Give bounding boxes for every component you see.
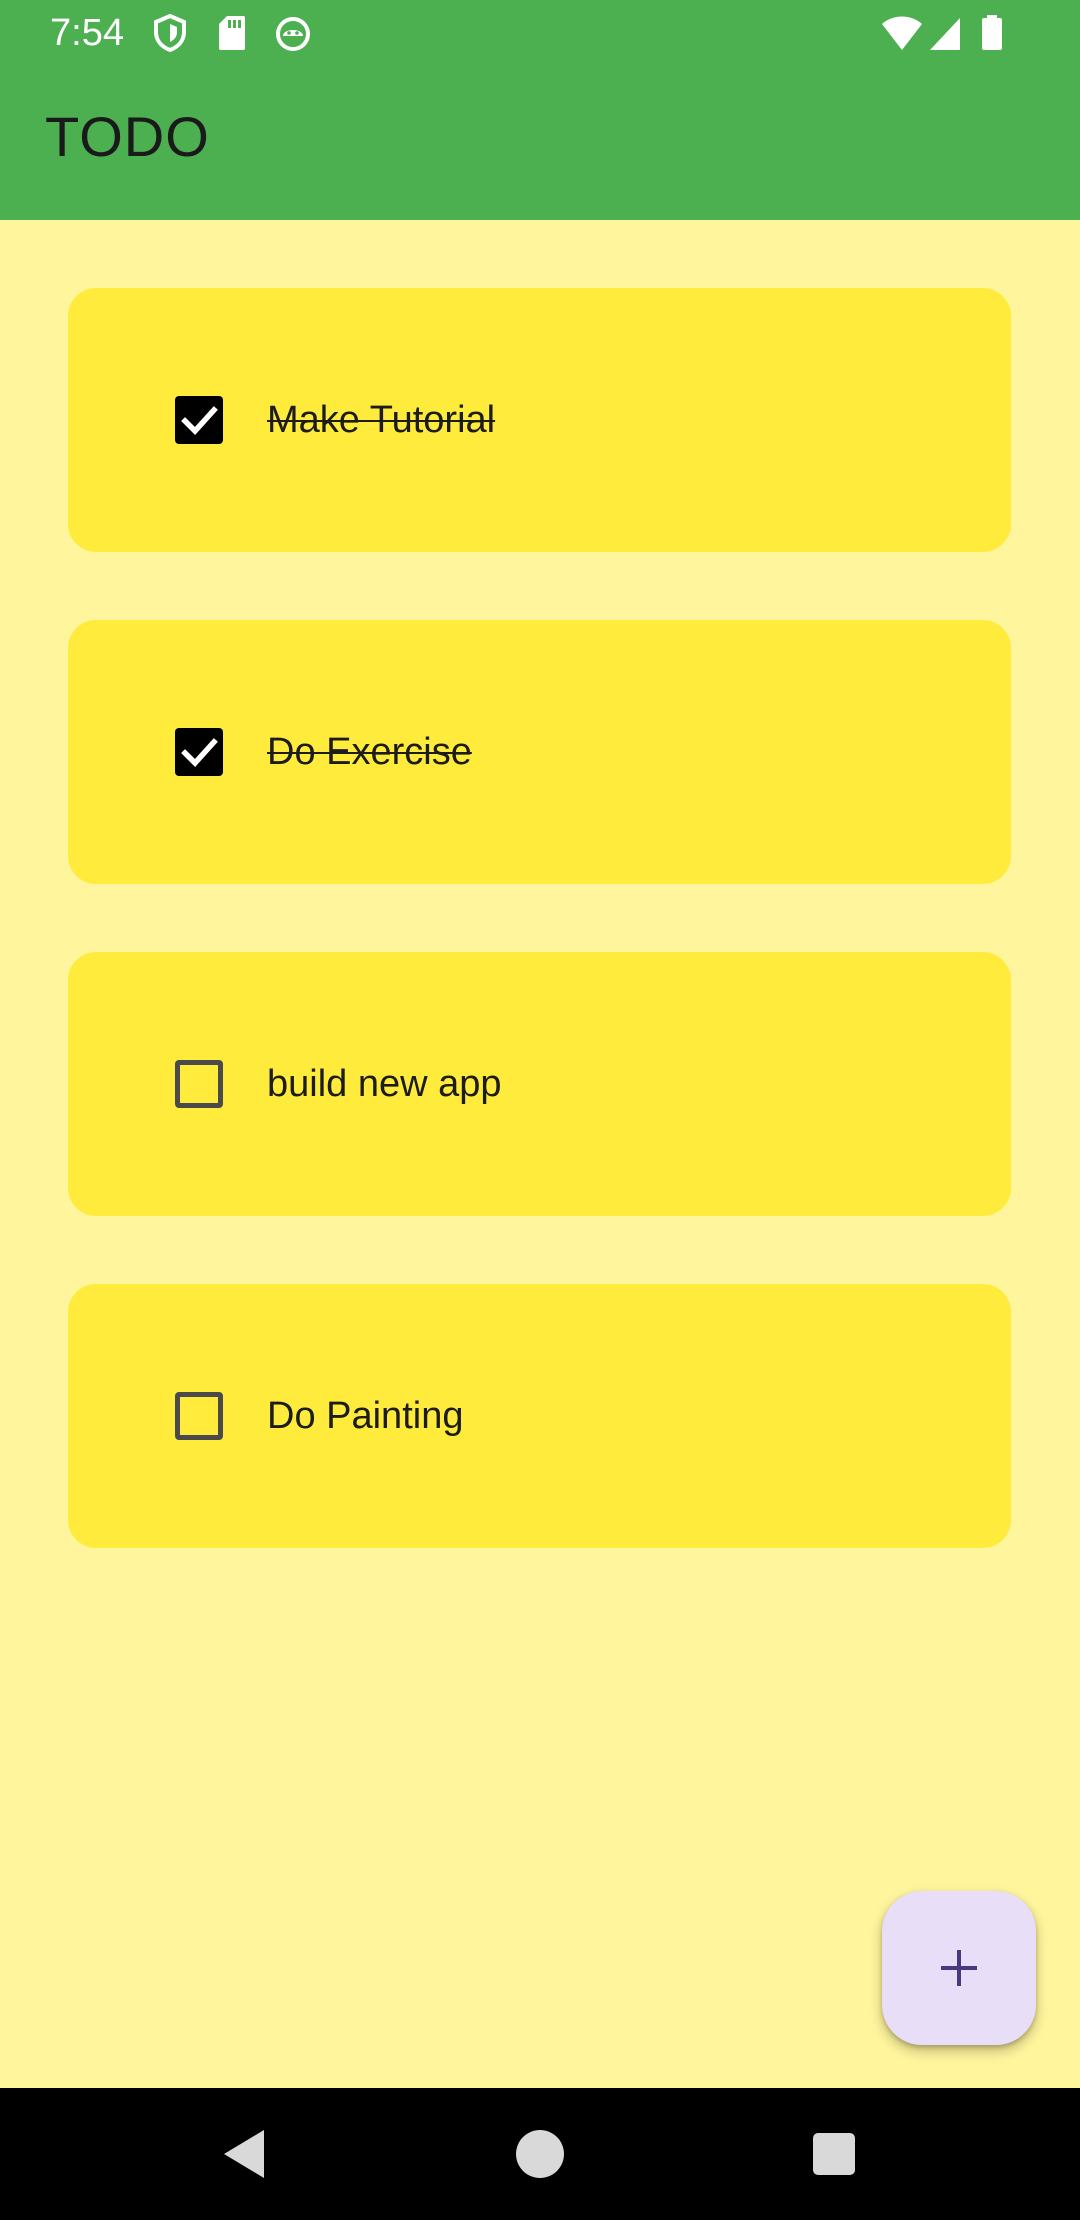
todo-label: Do Painting: [267, 1395, 464, 1437]
todo-label: build new app: [267, 1063, 502, 1105]
sd-card-icon: [217, 14, 247, 52]
checkmark-icon: [181, 406, 218, 435]
recents-icon[interactable]: [804, 2124, 864, 2184]
todo-card[interactable]: build new app: [68, 952, 1011, 1216]
todo-label: Make Tutorial: [267, 399, 496, 441]
todo-card[interactable]: Make Tutorial: [68, 288, 1011, 552]
todo-card[interactable]: Do Painting: [68, 1284, 1011, 1548]
todo-checkbox[interactable]: [175, 728, 223, 776]
cell-signal-icon: [928, 14, 962, 52]
app-bar: TODO: [0, 66, 1080, 220]
checkmark-icon: [181, 738, 218, 767]
add-todo-button[interactable]: [882, 1891, 1036, 2045]
android-debug-icon: [274, 14, 312, 52]
todo-list: Make Tutorial Do Exercise build new app …: [68, 288, 1011, 1616]
status-bar: 7:54: [0, 0, 1080, 66]
shield-icon: [153, 13, 187, 53]
todo-label: Do Exercise: [267, 731, 472, 773]
todo-checkbox[interactable]: [175, 1060, 223, 1108]
plus-icon: [941, 1950, 977, 1986]
todo-checkbox[interactable]: [175, 1392, 223, 1440]
todo-checkbox[interactable]: [175, 396, 223, 444]
back-icon[interactable]: [216, 2124, 276, 2184]
system-nav-bar: [0, 2088, 1080, 2220]
status-time: 7:54: [50, 12, 124, 54]
wifi-icon: [880, 14, 924, 52]
home-icon[interactable]: [510, 2124, 570, 2184]
todo-card[interactable]: Do Exercise: [68, 620, 1011, 884]
app-title: TODO: [45, 105, 210, 168]
battery-icon: [980, 14, 1004, 52]
